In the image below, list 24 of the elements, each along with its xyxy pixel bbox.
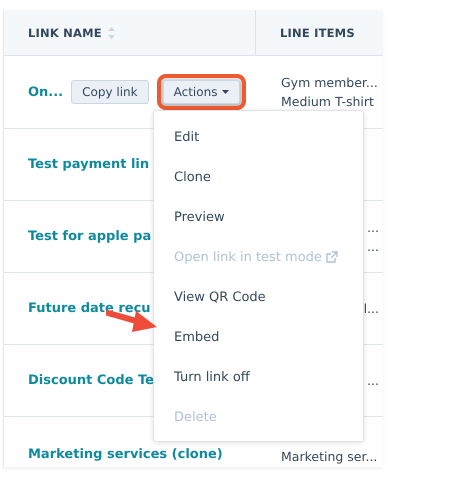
link-name[interactable]: On... [28,84,64,100]
menu-item[interactable]: Preview [154,197,363,237]
link-name[interactable]: Future date recu [28,301,151,316]
link-name[interactable]: Test for apple pa [28,229,152,244]
link-name[interactable]: Marketing services (clone) [28,447,223,462]
link-name[interactable]: Test payment lin [28,157,150,172]
menu-item[interactable]: Clone [154,157,363,197]
line-item: Gym member... [281,74,378,92]
menu-item[interactable]: Embed [154,317,363,357]
line-item: ... [367,238,379,256]
caret-icon [222,90,230,94]
line-item: l... [364,300,379,318]
copy-link-button[interactable]: Copy link [71,80,149,104]
line-item: ... [367,372,379,390]
menu-item[interactable]: Edit [154,117,363,157]
menu-item[interactable]: Turn link off [154,357,363,397]
link-name[interactable]: Discount Code Te [28,373,154,388]
menu-item[interactable]: View QR Code [154,277,363,317]
line-item: ... [367,218,379,236]
column-header[interactable]: LINE ITEMS [280,26,355,40]
line-item: Marketing ser... [281,448,378,466]
sort-icon[interactable] [108,26,115,38]
line-item: Medium T-shirt [281,93,374,111]
column-header[interactable]: LINK NAME [28,26,102,40]
